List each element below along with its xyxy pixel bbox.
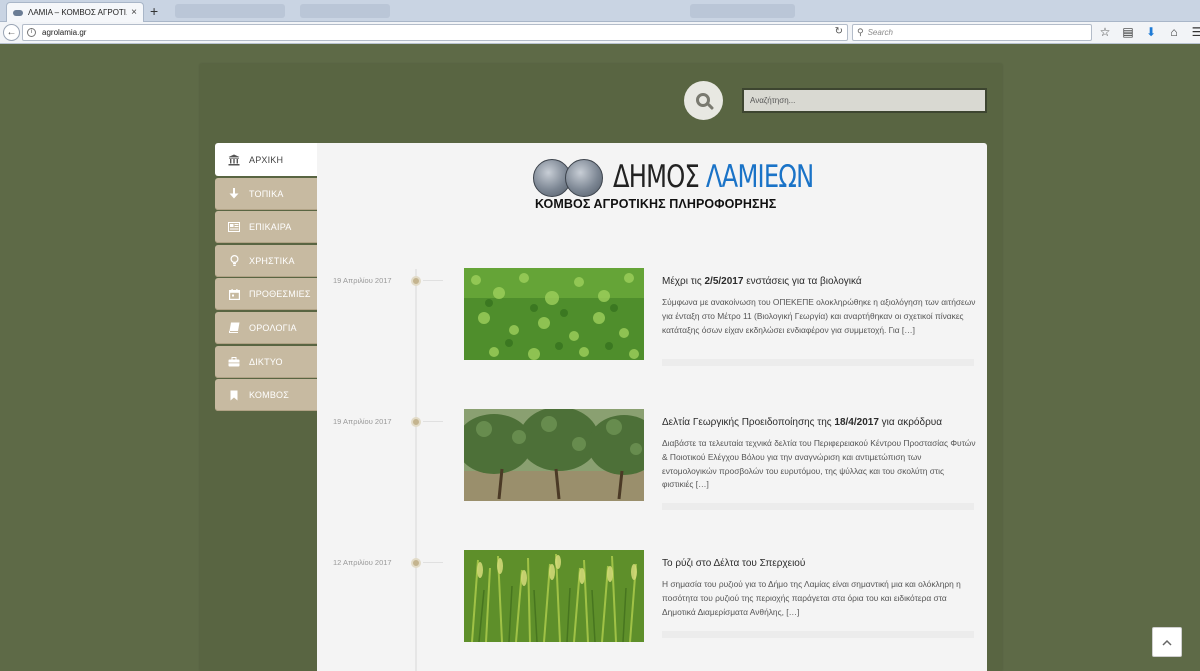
browser-search-input[interactable]: ⚲ Search — [852, 24, 1092, 41]
reload-icon[interactable]: ↻ — [835, 26, 843, 37]
menu-item-diktyo[interactable]: ΔΙΚΤΥΟ — [215, 345, 317, 378]
briefcase-icon — [228, 356, 240, 368]
arrow-down-icon — [228, 188, 240, 200]
menu-item-komvos[interactable]: ΚΟΜΒΟΣ — [215, 379, 317, 412]
site-logo[interactable]: ΔΗΜΟΣ ΛΑΜΙΕΩΝ ΚΟΜΒΟΣ ΑΓΡΟΤΙΚΗΣ ΠΛΗΡΟΦΟΡΗ… — [533, 157, 814, 217]
menu-item-topika[interactable]: ΤΟΠΙΚΑ — [215, 177, 317, 210]
address-bar[interactable]: i agrolamia.gr ↻ — [22, 24, 848, 41]
post-date: 12 Απριλίου 2017 — [333, 558, 392, 567]
bookmark-star-icon[interactable]: ☆ — [1098, 25, 1112, 40]
post-thumbnail-alfalfa[interactable] — [464, 268, 644, 360]
post-title-link[interactable]: Μέχρι τις 2/5/2017 ενστάσεις για τα βιολ… — [662, 276, 862, 287]
new-tab-button[interactable]: + — [150, 2, 158, 20]
post-thumbnail-pistachio-trees[interactable] — [464, 409, 644, 501]
post-date: 19 Απριλίου 2017 — [333, 417, 392, 426]
menu-item-orologia[interactable]: ΟΡΟΛΟΓΙΑ — [215, 311, 317, 344]
library-icon[interactable]: ▤ — [1121, 25, 1135, 40]
browser-nav-bar: ← i agrolamia.gr ↻ ⚲ Search ☆ ▤ ⬇ ⌂ ☰ — [0, 22, 1200, 44]
menu-item-label: ΚΟΜΒΟΣ — [249, 390, 289, 401]
coins-emblem-icon — [533, 159, 603, 197]
timeline-connector — [423, 421, 443, 422]
content-panel: ΔΗΜΟΣ ΛΑΜΙΕΩΝ ΚΟΜΒΟΣ ΑΓΡΟΤΙΚΗΣ ΠΛΗΡΟΦΟΡΗ… — [317, 143, 987, 671]
background-tab[interactable] — [175, 4, 285, 18]
download-icon[interactable]: ⬇ — [1144, 25, 1158, 40]
tab-title: ΛΑΜΙΑ – ΚΟΜΒΟΣ ΑΓΡΟΤΙ... — [28, 8, 128, 17]
calendar-icon — [228, 288, 240, 300]
menu-item-prothesmies[interactable]: ΠΡΟΘΕΣΜΙΕΣ — [215, 278, 317, 311]
menu-item-label: ΧΡΗΣΤΙΚΑ — [249, 255, 295, 266]
home-icon[interactable]: ⌂ — [1167, 25, 1181, 40]
menu-item-chrestika[interactable]: ΧΡΗΣΤΙΚΑ — [215, 244, 317, 277]
timeline-connector — [423, 280, 443, 281]
timeline-dot — [411, 276, 421, 286]
menu-item-label: ΟΡΟΛΟΓΙΑ — [249, 322, 297, 333]
logo-subtitle: ΚΟΜΒΟΣ ΑΓΡΟΤΙΚΗΣ ΠΛΗΡΟΦΟΡΗΣΗΣ — [535, 197, 777, 211]
post-title-link[interactable]: Το ρύζι στο Δέλτα του Σπερχειού — [662, 558, 805, 569]
browser-tab-bar: ΛΑΜΙΑ – ΚΟΜΒΟΣ ΑΓΡΟΤΙ... × + — [0, 0, 1200, 22]
tab-close-icon[interactable]: × — [131, 7, 137, 18]
back-arrow-icon[interactable]: ← — [3, 24, 20, 41]
browser-search-placeholder: Search — [867, 28, 893, 37]
sidebar-menu: ΑΡΧΙΚΗ ΤΟΠΙΚΑ ΕΠΙΚΑΙΡΑ ΧΡΗΣΤΙΚΑ ΠΡΟΘΕΣΜΙ… — [215, 143, 317, 413]
post-thumbnail-rice-field[interactable] — [464, 550, 644, 642]
site-search-button[interactable] — [684, 81, 723, 120]
site-search-placeholder: Αναζήτηση... — [750, 96, 796, 105]
post-date: 19 Απριλίου 2017 — [333, 276, 392, 285]
post-footer-bar — [662, 359, 974, 366]
menu-item-label: ΤΟΠΙΚΑ — [249, 188, 284, 199]
post-excerpt: Η σημασία του ρυζιού για το Δήμο της Λαμ… — [662, 579, 961, 617]
timeline-dot — [411, 417, 421, 427]
chevron-up-icon — [1162, 639, 1172, 646]
background-tab[interactable] — [300, 4, 390, 18]
background-tab[interactable] — [690, 4, 795, 18]
timeline-connector — [423, 562, 443, 563]
post-excerpt: Σύμφωνα με ανακοίνωση του ΟΠΕΚΕΠΕ ολοκλη… — [662, 297, 976, 335]
post-excerpt: Διαβάστε τα τελευταία τεχνικά δελτία του… — [662, 438, 976, 490]
book-icon — [228, 322, 240, 334]
timeline-dot — [411, 558, 421, 568]
lightbulb-icon — [228, 254, 240, 267]
browser-tab[interactable]: ΛΑΜΙΑ – ΚΟΜΒΟΣ ΑΓΡΟΤΙ... × — [6, 2, 144, 22]
post-title-link[interactable]: Δελτία Γεωργικής Προειδοποίησης της 18/4… — [662, 417, 942, 428]
scroll-to-top-button[interactable] — [1152, 627, 1182, 657]
menu-item-label: ΠΡΟΘΕΣΜΙΕΣ — [249, 289, 311, 300]
bookmark-icon — [228, 389, 240, 401]
search-icon: ⚲ — [857, 27, 864, 37]
menu-item-label: ΑΡΧΙΚΗ — [249, 154, 284, 165]
site-favicon-icon — [13, 9, 23, 16]
newspaper-icon — [228, 221, 240, 233]
menu-item-archiki[interactable]: ΑΡΧΙΚΗ — [215, 143, 317, 176]
menu-item-label: ΔΙΚΤΥΟ — [249, 356, 283, 367]
url-text: agrolamia.gr — [42, 28, 87, 37]
post-footer-bar — [662, 631, 974, 638]
timeline-line — [415, 269, 417, 671]
menu-item-epikaira[interactable]: ΕΠΙΚΑΙΡΑ — [215, 211, 317, 244]
menu-icon[interactable]: ☰ — [1190, 25, 1200, 40]
search-icon — [695, 92, 710, 107]
menu-item-label: ΕΠΙΚΑΙΡΑ — [249, 222, 292, 233]
post-footer-bar — [662, 503, 974, 510]
bank-icon — [228, 154, 240, 166]
site-search-input[interactable]: Αναζήτηση... — [742, 88, 987, 113]
info-icon[interactable]: i — [27, 28, 36, 37]
logo-title: ΔΗΜΟΣ ΛΑΜΙΕΩΝ — [613, 159, 814, 195]
